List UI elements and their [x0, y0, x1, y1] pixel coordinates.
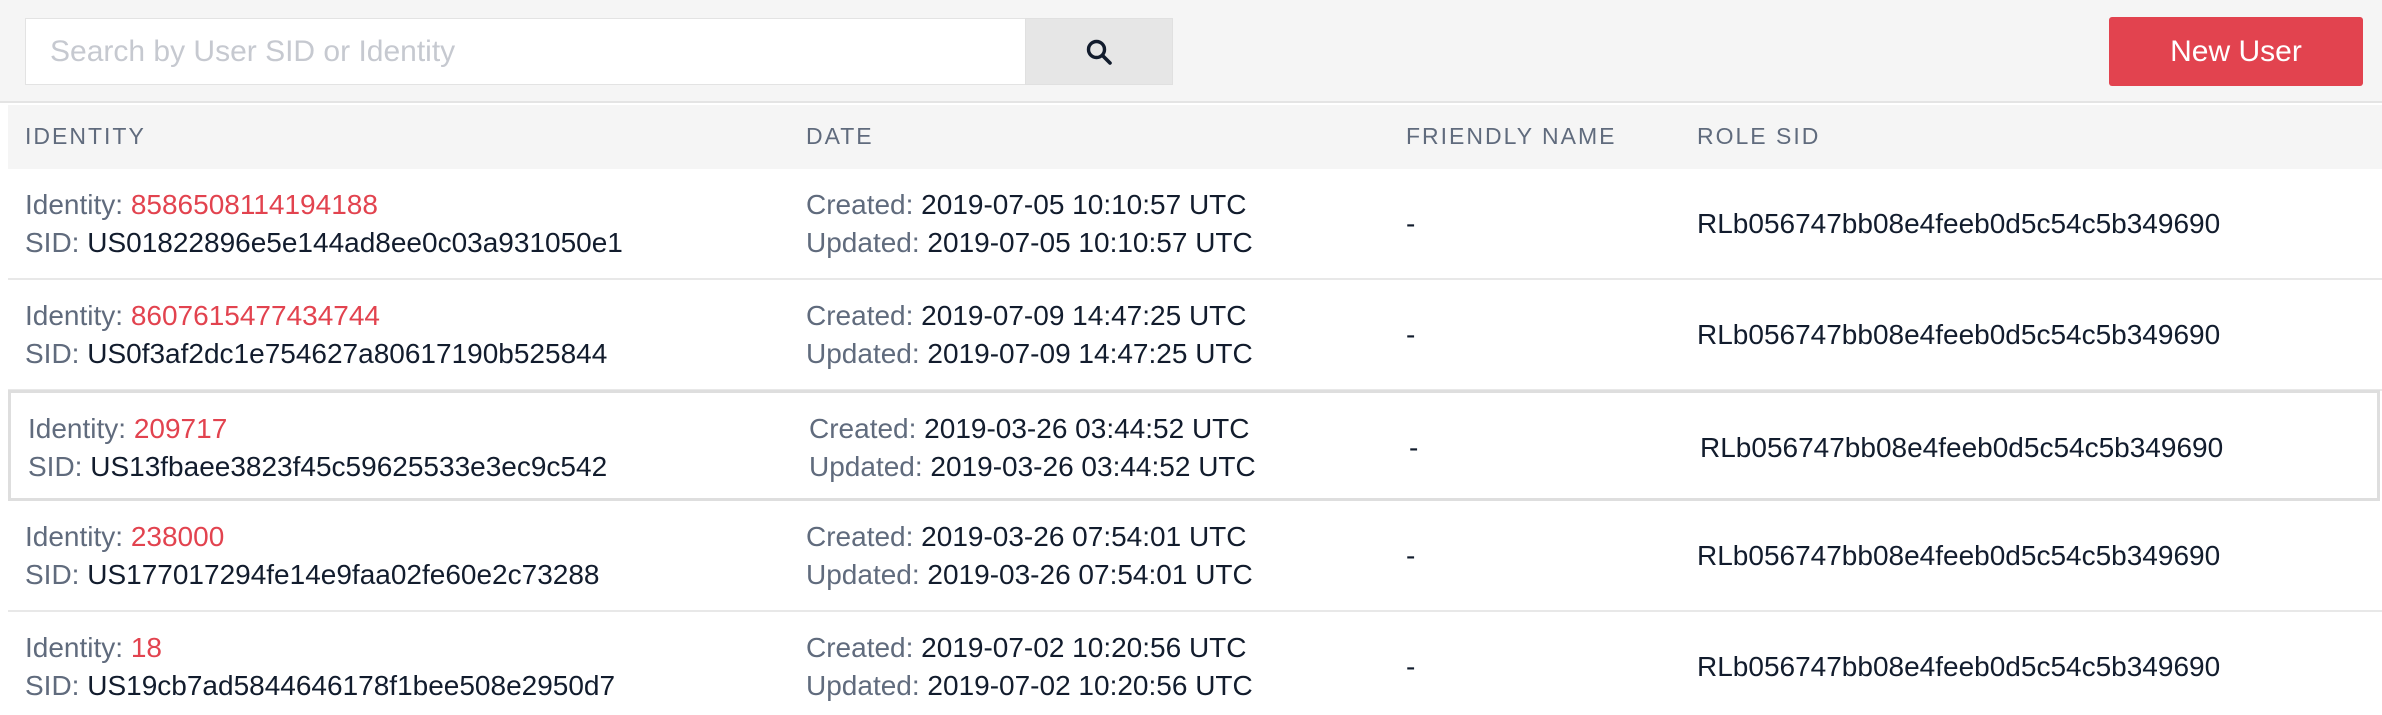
identity-link[interactable]: 18 [131, 632, 162, 663]
updated-value: 2019-07-02 10:20:56 UTC [927, 670, 1253, 701]
role-sid-cell: RLb056747bb08e4feeb0d5c54c5b349690 [1697, 540, 2221, 571]
created-label: Created: [806, 632, 922, 663]
sid-value: US177017294fe14e9faa02fe60e2c73288 [87, 559, 600, 590]
identity-label: Identity: [28, 413, 134, 444]
date-cell: Created: 2019-07-05 10:10:57 UTC Updated:… [806, 186, 1253, 262]
column-header-identity: IDENTITY [25, 123, 146, 149]
table-row[interactable]: Identity: 209717 SID: US13fbaee3823f45c59… [8, 390, 2380, 501]
created-label: Created: [809, 413, 925, 444]
sid-label: SID: [28, 451, 91, 482]
identity-cell: Identity: 8607615477434744 SID: US0f3af2d… [25, 297, 607, 373]
users-page: New User IDENTITY DATE FRIENDLY NAME ROL… [0, 0, 2382, 715]
updated-value: 2019-07-09 14:47:25 UTC [927, 338, 1253, 369]
new-user-button[interactable]: New User [2109, 17, 2363, 86]
created-value: 2019-03-26 03:44:52 UTC [924, 413, 1250, 444]
sid-label: SID: [25, 227, 88, 258]
sid-value: US0f3af2dc1e754627a80617190b525844 [87, 338, 608, 369]
identity-cell: Identity: 18 SID: US19cb7ad5844646178f1be… [25, 629, 615, 705]
identity-cell: Identity: 209717 SID: US13fbaee3823f45c59… [28, 410, 607, 486]
updated-label: Updated: [806, 338, 928, 369]
friendly-name-cell: - [1406, 319, 1416, 350]
updated-label: Updated: [809, 451, 931, 482]
table-row[interactable]: Identity: 18 SID: US19cb7ad5844646178f1be… [8, 612, 2382, 715]
role-sid-cell: RLb056747bb08e4feeb0d5c54c5b349690 [1697, 208, 2221, 239]
created-label: Created: [806, 189, 922, 220]
sid-value: US13fbaee3823f45c59625533e3ec9c542 [90, 451, 608, 482]
identity-link[interactable]: 8586508114194188 [131, 189, 378, 220]
updated-value: 2019-07-05 10:10:57 UTC [927, 227, 1253, 258]
sid-value: US19cb7ad5844646178f1bee508e2950d7 [87, 670, 616, 701]
updated-label: Updated: [806, 670, 928, 701]
friendly-name-cell: - [1406, 651, 1416, 682]
sid-label: SID: [25, 338, 88, 369]
search-button[interactable] [1025, 18, 1173, 85]
column-header-date: DATE [806, 123, 874, 149]
created-value: 2019-03-26 07:54:01 UTC [921, 521, 1247, 552]
table-header: IDENTITY DATE FRIENDLY NAME ROLE SID [8, 105, 2382, 169]
identity-cell: Identity: 238000 SID: US177017294fe14e9fa… [25, 518, 600, 594]
updated-label: Updated: [806, 227, 928, 258]
identity-link[interactable]: 8607615477434744 [131, 300, 380, 331]
date-cell: Created: 2019-03-26 03:44:52 UTC Updated:… [809, 410, 1256, 486]
updated-label: Updated: [806, 559, 928, 590]
table-row[interactable]: Identity: 238000 SID: US177017294fe14e9fa… [8, 501, 2382, 612]
identity-link[interactable]: 209717 [134, 413, 227, 444]
created-value: 2019-07-05 10:10:57 UTC [921, 189, 1247, 220]
search-bar [25, 18, 1173, 85]
identity-link[interactable]: 238000 [131, 521, 224, 552]
identity-label: Identity: [25, 521, 131, 552]
created-label: Created: [806, 521, 922, 552]
column-header-role-sid: ROLE SID [1697, 123, 1821, 149]
created-label: Created: [806, 300, 922, 331]
role-sid-cell: RLb056747bb08e4feeb0d5c54c5b349690 [1697, 319, 2221, 350]
date-cell: Created: 2019-07-02 10:20:56 UTC Updated:… [806, 629, 1253, 705]
friendly-name-cell: - [1406, 540, 1416, 571]
table-row[interactable]: Identity: 8586508114194188 SID: US0182289… [8, 169, 2382, 280]
search-input[interactable] [25, 18, 1025, 85]
friendly-name-cell: - [1409, 432, 1419, 463]
toolbar: New User [0, 0, 2382, 103]
search-icon [1086, 39, 1112, 65]
created-value: 2019-07-02 10:20:56 UTC [921, 632, 1247, 663]
sid-label: SID: [25, 559, 88, 590]
sid-label: SID: [25, 670, 88, 701]
identity-cell: Identity: 8586508114194188 SID: US0182289… [25, 186, 623, 262]
date-cell: Created: 2019-03-26 07:54:01 UTC Updated:… [806, 518, 1253, 594]
date-cell: Created: 2019-07-09 14:47:25 UTC Updated:… [806, 297, 1253, 373]
identity-label: Identity: [25, 632, 131, 663]
friendly-name-cell: - [1406, 208, 1416, 239]
updated-value: 2019-03-26 03:44:52 UTC [930, 451, 1256, 482]
table-row[interactable]: Identity: 8607615477434744 SID: US0f3af2d… [8, 280, 2382, 391]
updated-value: 2019-03-26 07:54:01 UTC [927, 559, 1253, 590]
column-header-friendly-name: FRIENDLY NAME [1406, 123, 1617, 149]
identity-label: Identity: [25, 189, 131, 220]
role-sid-cell: RLb056747bb08e4feeb0d5c54c5b349690 [1700, 432, 2224, 463]
identity-label: Identity: [25, 300, 131, 331]
role-sid-cell: RLb056747bb08e4feeb0d5c54c5b349690 [1697, 651, 2221, 682]
sid-value: US01822896e5e144ad8ee0c03a931050e1 [87, 227, 623, 258]
created-value: 2019-07-09 14:47:25 UTC [921, 300, 1247, 331]
